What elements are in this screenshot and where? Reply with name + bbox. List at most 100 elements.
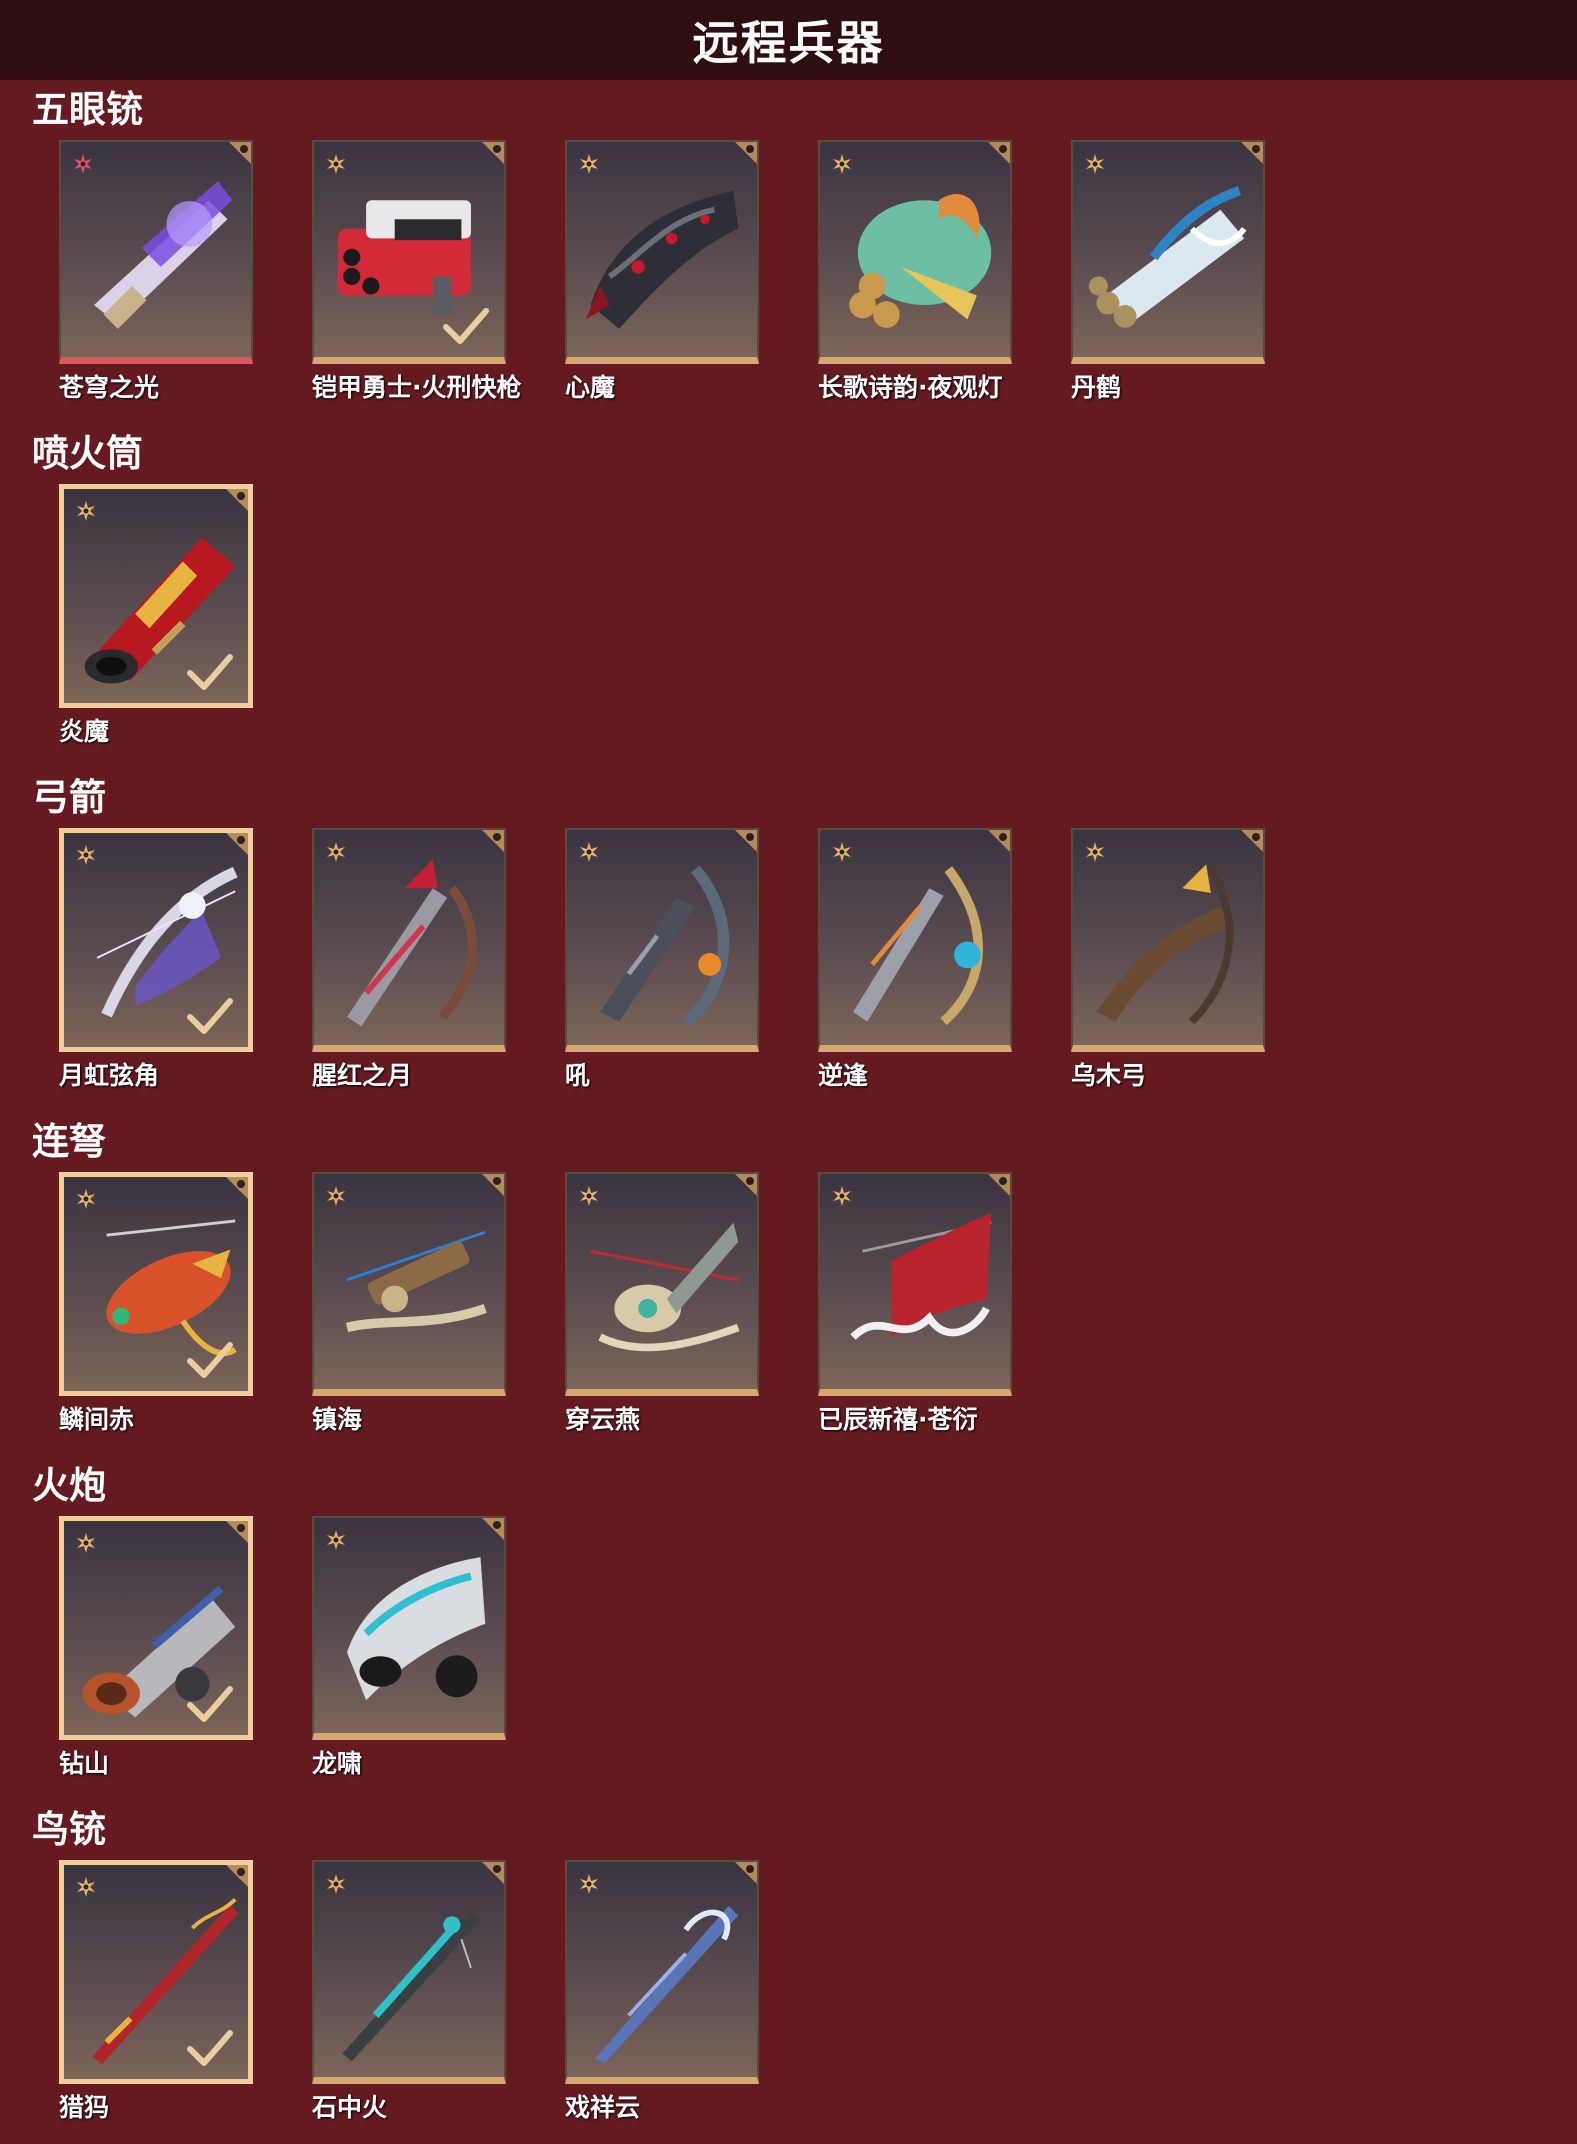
corner-fold-icon — [226, 1521, 248, 1543]
page-title: 远程兵器 — [692, 16, 885, 70]
rarity-star-icon — [75, 1876, 97, 1898]
weapon-image — [581, 1192, 743, 1382]
weapon-card[interactable] — [59, 1860, 253, 2084]
weapon-card[interactable] — [59, 1172, 253, 1396]
weapon-name: 石中火 — [312, 2093, 388, 2122]
weapon-item[interactable]: 丹鹤 — [1071, 140, 1265, 410]
corner-fold-icon — [482, 142, 504, 164]
weapon-card[interactable] — [565, 1860, 759, 2084]
weapon-item[interactable]: 已辰新禧·苍衍 — [818, 1172, 1012, 1442]
corner-fold-icon — [482, 1518, 504, 1540]
weapon-card[interactable] — [312, 1172, 506, 1396]
weapon-name: 铠甲勇士·火刑快枪 — [312, 373, 522, 402]
weapon-card[interactable] — [818, 140, 1012, 364]
corner-fold-icon — [735, 1862, 757, 1884]
weapon-card[interactable] — [818, 828, 1012, 1052]
corner-fold-icon — [229, 142, 251, 164]
corner-fold-icon — [988, 830, 1010, 852]
corner-fold-icon — [482, 830, 504, 852]
weapon-item[interactable]: 苍穹之光 — [59, 140, 253, 410]
owned-check-icon — [186, 653, 234, 693]
weapon-item[interactable]: 铠甲勇士·火刑快枪 — [312, 140, 522, 410]
weapon-image — [328, 1536, 490, 1726]
corner-fold-icon — [735, 830, 757, 852]
weapon-item[interactable]: 猎犸 — [59, 1860, 253, 2130]
weapon-name: 乌木弓 — [1071, 1061, 1147, 1090]
weapon-name: 镇海 — [312, 1405, 363, 1434]
weapon-name: 吼 — [565, 1061, 591, 1090]
rarity-star-icon — [325, 1185, 347, 1207]
weapon-card[interactable] — [59, 140, 253, 364]
weapon-item[interactable]: 钻山 — [59, 1516, 253, 1786]
weapon-card[interactable] — [312, 1516, 506, 1740]
weapon-card[interactable] — [565, 1172, 759, 1396]
weapon-card[interactable] — [312, 828, 506, 1052]
weapon-item[interactable]: 吼 — [565, 828, 759, 1098]
weapon-section: 五眼铳 苍穹之光 铠甲勇士·火刑快枪 心魔 长歌诗韵·夜观灯 丹鹤 — [0, 88, 1577, 418]
corner-fold-icon — [482, 1862, 504, 1884]
weapon-name: 腥红之月 — [312, 1061, 413, 1090]
section-title: 连弩 — [32, 1120, 106, 1163]
weapon-image — [1087, 160, 1249, 350]
rarity-star-icon — [75, 500, 97, 522]
weapon-image — [75, 160, 237, 350]
weapon-image — [834, 1192, 996, 1382]
corner-fold-icon — [226, 1177, 248, 1199]
weapon-item[interactable]: 乌木弓 — [1071, 828, 1265, 1098]
rarity-star-icon — [75, 1532, 97, 1554]
weapon-item[interactable]: 镇海 — [312, 1172, 506, 1442]
weapon-name: 龙啸 — [312, 1749, 363, 1778]
weapon-card[interactable] — [1071, 140, 1265, 364]
corner-fold-icon — [226, 489, 248, 511]
rarity-star-icon — [75, 844, 97, 866]
weapon-item[interactable]: 月虹弦角 — [59, 828, 253, 1098]
rarity-star-icon — [831, 153, 853, 175]
weapon-card[interactable] — [818, 1172, 1012, 1396]
corner-fold-icon — [482, 1174, 504, 1196]
owned-check-icon — [186, 997, 234, 1037]
weapon-card[interactable] — [59, 828, 253, 1052]
weapon-card[interactable] — [1071, 828, 1265, 1052]
weapon-section: 喷火筒 炎魔 — [0, 432, 1577, 762]
owned-check-icon — [186, 1685, 234, 1725]
weapon-card[interactable] — [565, 140, 759, 364]
weapon-card[interactable] — [312, 1860, 506, 2084]
weapon-image — [328, 1880, 490, 2070]
weapon-item[interactable]: 龙啸 — [312, 1516, 506, 1786]
weapon-card[interactable] — [312, 140, 506, 364]
weapon-item[interactable]: 逆逢 — [818, 828, 1012, 1098]
corner-fold-icon — [735, 142, 757, 164]
weapon-name: 炎魔 — [59, 717, 110, 746]
weapon-name: 心魔 — [565, 373, 616, 402]
section-title: 弓箭 — [32, 776, 106, 819]
weapon-item[interactable]: 长歌诗韵·夜观灯 — [818, 140, 1012, 410]
weapon-item[interactable]: 炎魔 — [59, 484, 253, 754]
weapon-card[interactable] — [59, 484, 253, 708]
weapon-item[interactable]: 心魔 — [565, 140, 759, 410]
weapon-image — [328, 1192, 490, 1382]
rarity-star-icon — [831, 1185, 853, 1207]
weapon-image — [328, 848, 490, 1038]
weapon-name: 苍穹之光 — [59, 373, 160, 402]
weapon-name: 鳞间赤 — [59, 1405, 135, 1434]
weapon-name: 丹鹤 — [1071, 373, 1122, 402]
corner-fold-icon — [988, 142, 1010, 164]
weapon-image — [1087, 848, 1249, 1038]
weapon-item[interactable]: 穿云燕 — [565, 1172, 759, 1442]
corner-fold-icon — [988, 1174, 1010, 1196]
rarity-star-icon — [578, 153, 600, 175]
weapon-image — [834, 848, 996, 1038]
weapon-section: 连弩鳞间赤 镇海 穿云燕 已辰新禧·苍衍 — [0, 1120, 1577, 1450]
corner-fold-icon — [1241, 830, 1263, 852]
weapon-card[interactable] — [59, 1516, 253, 1740]
owned-check-icon — [186, 1341, 234, 1381]
weapon-card[interactable] — [565, 828, 759, 1052]
weapon-item[interactable]: 石中火 — [312, 1860, 506, 2130]
weapon-name: 逆逢 — [818, 1061, 869, 1090]
weapon-item[interactable]: 戏祥云 — [565, 1860, 759, 2130]
weapon-item[interactable]: 鳞间赤 — [59, 1172, 253, 1442]
weapon-item[interactable]: 腥红之月 — [312, 828, 506, 1098]
owned-check-icon — [442, 307, 490, 347]
weapon-image — [581, 1880, 743, 2070]
weapon-section: 弓箭月虹弦角 腥红之月 吼 逆逢 乌木弓 — [0, 776, 1577, 1106]
